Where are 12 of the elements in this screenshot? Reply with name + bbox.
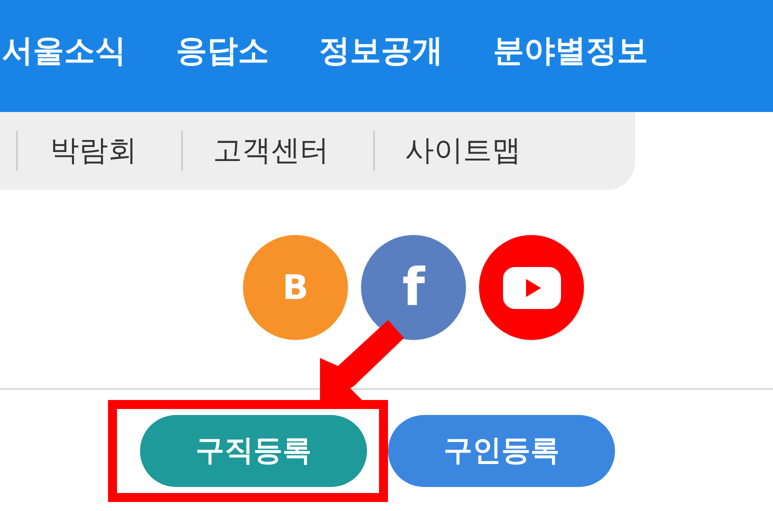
nav-link[interactable]: 응답소 <box>176 30 269 72</box>
blog-link[interactable]: B <box>243 235 348 340</box>
facebook-link[interactable]: f <box>361 235 466 340</box>
nav-link[interactable]: 서울소식 <box>2 30 126 72</box>
play-icon <box>502 266 560 308</box>
nav-link[interactable]: 정보공개 <box>319 30 443 72</box>
register-button[interactable]: 구직등록 <box>140 415 367 487</box>
register-button[interactable]: 구인등록 <box>388 415 615 487</box>
nav-link[interactable]: 분야별정보 <box>493 30 648 72</box>
utility-link[interactable]: 사이트맵 <box>405 131 521 171</box>
utility-link[interactable]: 고객센터 <box>213 131 329 171</box>
utility-link[interactable]: 박람회 <box>50 131 137 171</box>
